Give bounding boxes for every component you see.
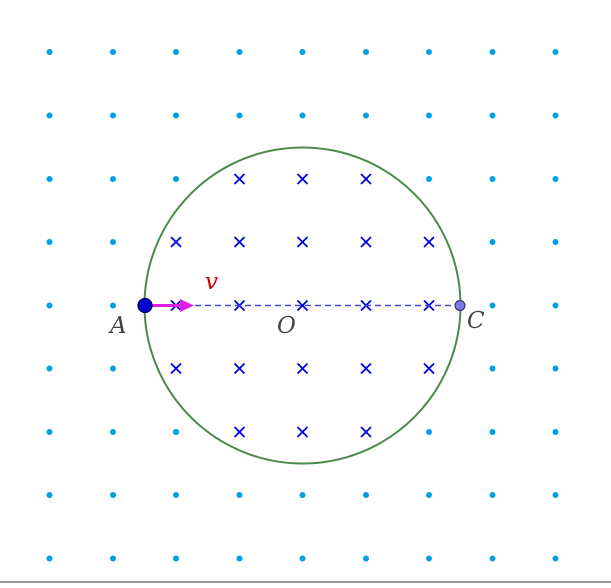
field-dot-mark: [236, 555, 243, 562]
field-dot-mark: [46, 492, 53, 498]
field-dot-mark: [46, 176, 53, 182]
field-dot-mark: [363, 49, 369, 55]
field-dot-mark: [552, 492, 559, 498]
field-cross-mark: [360, 173, 372, 185]
field-cross-mark: [170, 362, 182, 375]
field-dot-mark: [110, 555, 116, 562]
field-dot-mark: [173, 49, 179, 55]
field-dot-mark: [552, 112, 559, 119]
field-cross-mark: [233, 173, 246, 185]
point-a: [137, 297, 153, 314]
field-cross-mark: [233, 236, 246, 248]
field-dot-mark: [110, 492, 116, 498]
field-dot-mark: [110, 239, 116, 245]
field-dot-mark: [489, 492, 496, 498]
field-dot-mark: [363, 492, 369, 498]
field-dot-mark: [489, 429, 496, 435]
field-dot-mark: [552, 49, 559, 55]
field-dot-mark: [552, 176, 559, 182]
field-cross-mark: [233, 362, 246, 375]
diagram-canvas: A O C v: [0, 0, 611, 583]
field-dot-mark: [426, 492, 432, 498]
field-cross-mark: [296, 426, 309, 438]
field-dot-mark: [299, 112, 306, 119]
field-dot-mark: [552, 365, 559, 372]
field-dot-mark: [46, 239, 53, 245]
field-dot-mark: [426, 49, 432, 55]
field-dot-mark: [173, 112, 179, 119]
field-cross-mark: [360, 236, 372, 248]
field-dot-mark: [552, 302, 559, 309]
field-dot-mark: [426, 176, 432, 182]
field-dot-mark: [363, 112, 369, 119]
field-cross-mark: [360, 426, 372, 438]
field-dot-mark: [110, 49, 116, 55]
field-dot-mark: [489, 49, 496, 55]
field-dot-mark: [299, 492, 306, 498]
field-cross-mark: [296, 236, 309, 248]
field-dot-mark: [173, 429, 179, 435]
field-dot-mark: [299, 555, 306, 562]
field-dot-mark: [173, 176, 179, 182]
field-cross-mark: [296, 173, 309, 185]
field-dot-mark: [46, 555, 53, 562]
field-dot-mark: [426, 429, 432, 435]
point-c: [454, 300, 466, 311]
field-dot-mark: [46, 112, 53, 119]
field-dot-mark: [489, 365, 496, 372]
label-c: C: [467, 308, 485, 334]
velocity-arrow: [146, 299, 194, 312]
magnetic-field-diagram: A O C v: [46, 49, 559, 562]
field-dot-mark: [299, 49, 306, 55]
label-v: v: [205, 269, 218, 295]
field-dot-mark: [110, 365, 116, 372]
label-o: O: [277, 313, 296, 339]
field-dot-mark: [46, 365, 53, 372]
field-dot-mark: [489, 239, 496, 245]
field-dot-mark: [46, 429, 53, 435]
field-dot-mark: [236, 49, 243, 55]
field-dot-mark: [489, 555, 496, 562]
field-dot-mark: [236, 492, 243, 498]
field-dot-mark: [173, 492, 179, 498]
field-cross-mark: [360, 362, 372, 375]
field-dot-mark: [173, 555, 179, 562]
field-dot-mark: [552, 239, 559, 245]
field-dot-mark: [110, 429, 116, 435]
field-dot-mark: [426, 112, 432, 119]
field-dot-mark: [489, 112, 496, 119]
field-cross-mark: [296, 362, 309, 375]
field-cross-mark: [170, 236, 182, 248]
field-dot-mark: [426, 555, 432, 562]
field-dot-mark: [236, 112, 243, 119]
field-dot-mark: [110, 176, 116, 182]
field-dot-mark: [110, 302, 116, 309]
field-dot-mark: [46, 49, 53, 55]
field-dot-mark: [363, 555, 369, 562]
field-cross-mark: [233, 426, 246, 438]
field-cross-mark: [423, 362, 435, 375]
field-dot-mark: [552, 429, 559, 435]
label-a: A: [108, 313, 127, 339]
field-dot-mark: [489, 302, 496, 309]
field-dot-mark: [489, 176, 496, 182]
field-cross-mark: [423, 236, 435, 248]
field-dot-mark: [552, 555, 559, 562]
field-dot-mark: [46, 302, 53, 309]
field-dot-mark: [110, 112, 116, 119]
